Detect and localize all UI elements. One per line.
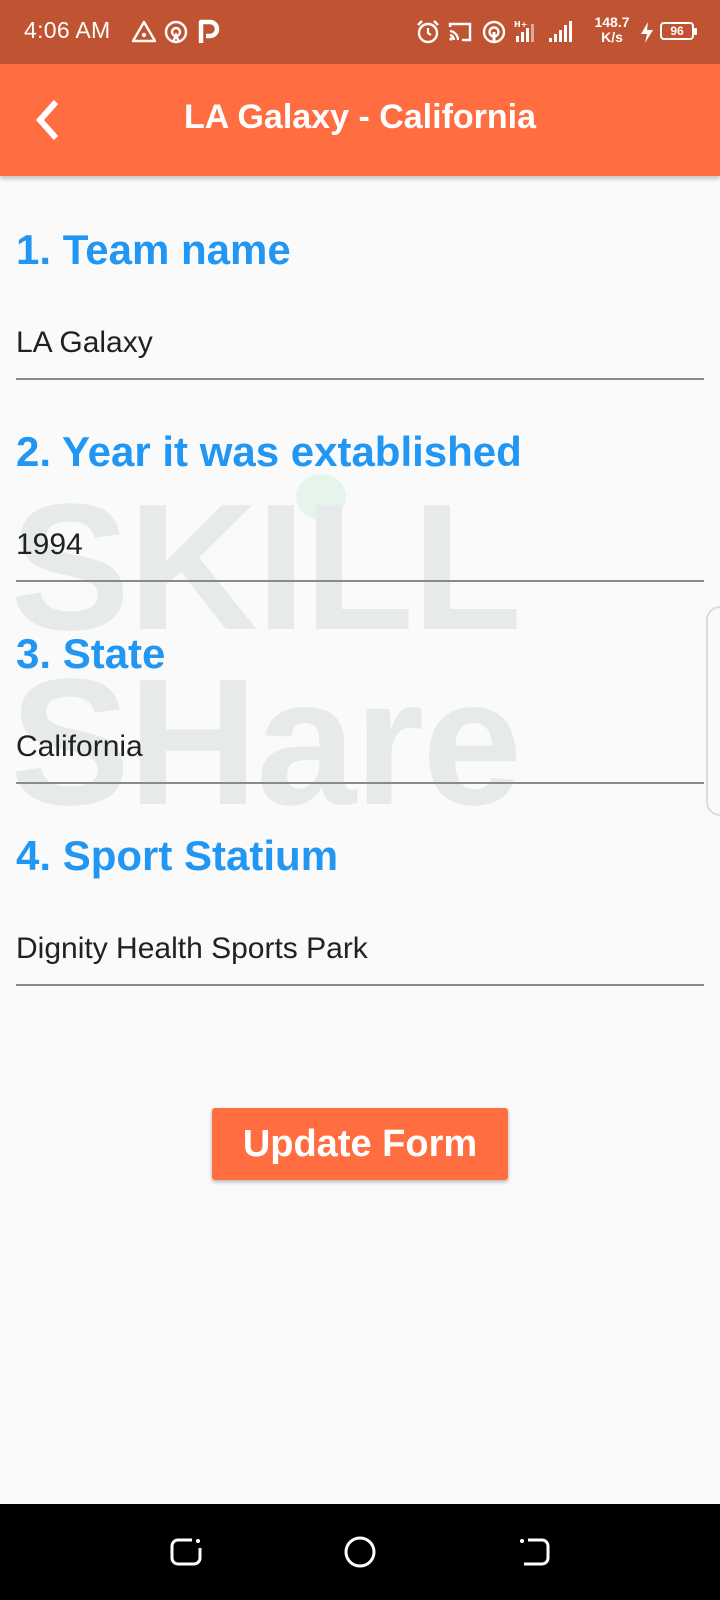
wifi-calling-icon — [480, 18, 508, 46]
parking-app-icon — [194, 18, 222, 46]
status-time: 4:06 AM — [24, 17, 111, 43]
battery-indicator: 96 — [660, 22, 697, 40]
home-icon — [344, 1536, 376, 1568]
hotspot-icon — [162, 18, 190, 46]
edge-panel-handle[interactable] — [706, 606, 720, 816]
alarm-icon — [414, 18, 442, 46]
field-state: 3. State California — [16, 630, 704, 830]
signal-sim1-icon: H+ — [512, 18, 540, 46]
field-label: 4. Sport Statium — [16, 832, 339, 879]
triangle-network-icon — [130, 18, 158, 46]
network-speed: 148.7 K/s — [590, 15, 634, 45]
back-icon — [520, 1538, 550, 1566]
network-speed-unit: K/s — [601, 29, 623, 45]
state-input[interactable]: California — [16, 730, 143, 764]
charging-icon — [636, 18, 658, 46]
recent-apps-button[interactable] — [164, 1530, 208, 1574]
team-name-input[interactable]: LA Galaxy — [16, 326, 153, 360]
status-bar: 4:06 AM H+ 148.7 K/s 96 — [0, 0, 720, 64]
page-title: LA Galaxy - California — [183, 98, 537, 136]
back-nav-button[interactable] — [512, 1530, 556, 1574]
network-speed-value: 148.7 — [594, 14, 630, 30]
system-nav-bar — [0, 1504, 720, 1600]
field-label: 3. State — [16, 630, 166, 677]
field-year-established: 2. Year it was extablished 1994 — [16, 428, 704, 628]
update-form-button[interactable]: Update Form — [212, 1108, 508, 1180]
field-underline — [16, 782, 704, 784]
year-established-input[interactable]: 1994 — [16, 528, 83, 562]
field-label: 1. Team name — [16, 226, 291, 273]
field-label: 2. Year it was extablished — [16, 428, 522, 475]
app-bar: LA Galaxy - California — [0, 64, 720, 176]
recent-apps-icon — [170, 1538, 202, 1566]
sport-stadium-input[interactable]: Dignity Health Sports Park — [16, 932, 368, 966]
cast-icon — [446, 18, 474, 46]
field-sport-stadium: 4. Sport Statium Dignity Health Sports P… — [16, 832, 704, 1032]
home-button[interactable] — [338, 1530, 382, 1574]
field-underline — [16, 984, 704, 986]
svg-text:H+: H+ — [514, 20, 527, 29]
field-underline — [16, 378, 704, 380]
signal-sim2-icon — [546, 18, 574, 46]
field-underline — [16, 580, 704, 582]
field-team-name: 1. Team name LA Galaxy — [16, 226, 704, 426]
